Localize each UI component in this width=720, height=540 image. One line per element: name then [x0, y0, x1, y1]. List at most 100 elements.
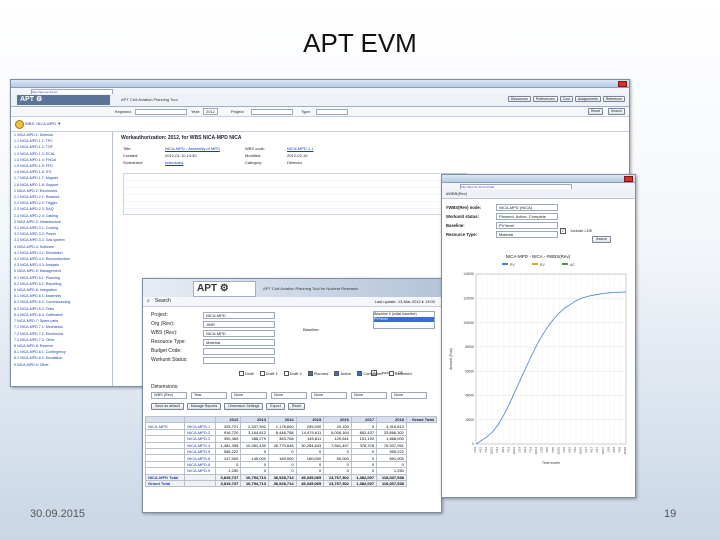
- dimensions-row: WBS (Rev) Year None None None None None: [151, 392, 427, 399]
- dimension-select[interactable]: None: [391, 392, 427, 399]
- year-select[interactable]: 2012: [203, 108, 218, 115]
- menu-resources[interactable]: Resources: [507, 96, 531, 102]
- keyword-input[interactable]: [135, 109, 187, 115]
- include-lde: ✓ Include LDE: [560, 219, 592, 237]
- form-field[interactable]: PV*level: [496, 222, 558, 229]
- menu-cost[interactable]: Cost: [559, 96, 573, 102]
- tree-item[interactable]: 9 NICA-MPD.9: Other: [11, 362, 112, 368]
- table-cell: Grand Total: [144, 479, 186, 488]
- search-icon[interactable]: ⌕: [147, 299, 150, 304]
- status-checkbox[interactable]: [334, 371, 340, 376]
- x-tick-label: 4/13: [501, 447, 505, 453]
- status-checkbox[interactable]: [388, 371, 394, 376]
- status-checkbox[interactable]: [259, 371, 265, 376]
- y-tick-label: 0: [472, 442, 474, 446]
- report-button[interactable]: Dimension Settings: [224, 403, 264, 410]
- status-option[interactable]: Completed: [357, 371, 383, 376]
- status-option[interactable]: Draft 1: [259, 371, 278, 376]
- subtask-list: [123, 173, 467, 215]
- dimensions-label: Dimensions:: [151, 384, 179, 390]
- menu-preferences[interactable]: Preferences: [532, 96, 558, 102]
- form-row: Workunit Status:: [151, 356, 301, 365]
- form-field[interactable]: [203, 348, 275, 355]
- form-row: Budget Code:: [151, 347, 301, 356]
- search-button[interactable]: Search: [592, 236, 612, 243]
- x-tick-label: 4/12: [479, 447, 483, 453]
- type-label: Type:: [301, 109, 311, 114]
- form-field[interactable]: Material: [496, 231, 558, 238]
- field-value[interactable]: NICA-MPD.1.1: [287, 146, 367, 151]
- form-label: Resource Type:: [151, 339, 186, 345]
- report-button[interactable]: Reset: [287, 403, 306, 410]
- table-row: NICA-MPD.5 555,222 0 0 0 0 0 555,222: [144, 447, 437, 456]
- dimension-select[interactable]: None: [231, 392, 267, 399]
- form-field[interactable]: NICA-MPD (NICA): [496, 204, 558, 211]
- form-field[interactable]: NICA-MPD: [203, 312, 275, 319]
- apt-logo: APT ⚙: [17, 95, 110, 105]
- close-icon[interactable]: [624, 176, 633, 182]
- status-option[interactable]: Planned: [307, 371, 328, 376]
- x-tick-label: 1/12: [473, 447, 477, 453]
- status-label: Completed: [363, 371, 383, 376]
- dimension-select[interactable]: None: [271, 392, 307, 399]
- filter-bar: Keyword: Year: 2012 Project: Type: Reset…: [11, 107, 629, 117]
- field-value[interactable]: scheduled: [165, 160, 245, 165]
- status-option[interactable]: Canceled: [388, 371, 412, 376]
- form-field[interactable]: Material: [203, 339, 275, 346]
- form-row: Resource Type: Material: [151, 338, 301, 347]
- form-field[interactable]: [203, 357, 275, 364]
- dimension-select[interactable]: None: [351, 392, 387, 399]
- menu-assignments[interactable]: Assignments: [574, 96, 601, 102]
- dimension-select[interactable]: None: [311, 392, 347, 399]
- reset-button[interactable]: Reset: [587, 108, 603, 115]
- status-label: Draft 2: [289, 371, 302, 376]
- detail-panel: Workauthorization: 2012, for WBS NICA-MP…: [115, 132, 475, 244]
- status-checkbox[interactable]: [357, 371, 363, 376]
- footer-date: 30.09.2015: [30, 508, 86, 520]
- close-icon[interactable]: [618, 81, 627, 87]
- field-label: Title:: [123, 146, 132, 151]
- x-axis-label: Time month: [542, 461, 560, 465]
- search-button[interactable]: Search: [607, 108, 625, 115]
- status-checkbox[interactable]: [283, 371, 289, 376]
- status-option[interactable]: Draft 2: [283, 371, 302, 376]
- menu-reference[interactable]: Reference: [602, 96, 625, 102]
- baseline-label: Baseline:: [303, 327, 320, 332]
- report-button[interactable]: Save as default: [151, 403, 184, 410]
- table-cell: 1,382,007: [350, 479, 378, 488]
- wbs-selector[interactable]: WBS: NICA-MPD ▼: [25, 121, 61, 126]
- status-checkbox[interactable]: [239, 371, 244, 376]
- x-tick-label: 10/18: [623, 447, 627, 455]
- dimension-select[interactable]: WBS (Rev): [151, 392, 187, 399]
- table-cell: 3,819,737: [215, 479, 242, 488]
- toolbar: WBS: NICA-MPD ▼: [11, 117, 629, 132]
- dimension-select[interactable]: Year: [191, 392, 227, 399]
- status-option[interactable]: Draft: [239, 371, 254, 376]
- form-field[interactable]: JINR: [203, 321, 275, 328]
- x-tick-label: 7/15: [551, 447, 555, 453]
- folder-icon[interactable]: [15, 120, 24, 129]
- baseline-list[interactable]: Baseline 0 (initial baseline) PV*level: [373, 311, 435, 329]
- project-input[interactable]: [251, 109, 293, 115]
- field-value[interactable]: NICA-MPD - Assembly of MPD: [165, 146, 245, 151]
- wbs-tree: 1 NICA-MPD.1: Detector 1.1 NICA-MPD.1.1: …: [11, 132, 113, 386]
- x-tick-label: 7/16: [573, 447, 577, 453]
- status-label: Draft: [245, 371, 254, 376]
- include-lde-checkbox[interactable]: ✓: [560, 228, 566, 234]
- type-input[interactable]: [316, 109, 348, 115]
- detail-fields: Title: NICA-MPD - Assembly of MPD WBS co…: [115, 144, 475, 167]
- total-row: Grand Total 3,819,737 16,794,713 36,928,714…: [144, 479, 437, 488]
- report-button[interactable]: Manage Reports: [186, 403, 222, 410]
- report-button[interactable]: Export: [266, 403, 285, 410]
- x-tick-label: 1/18: [606, 447, 610, 453]
- chart-form: #WBS(Rev) node: NICA-MPD (NICA) Workunit s…: [446, 203, 630, 239]
- form-field[interactable]: Planned, Active, Complete: [496, 213, 558, 220]
- form-field[interactable]: NICA-MPD: [203, 330, 275, 337]
- form-label: Workunit Status:: [151, 357, 188, 363]
- status-option[interactable]: Active: [334, 371, 351, 376]
- tab-title[interactable]: #WBS(Rev): [446, 191, 467, 196]
- status-checkbox[interactable]: [307, 371, 313, 376]
- column-header[interactable]: Grand Total: [405, 415, 438, 424]
- baseline-option-selected[interactable]: PV*level: [374, 317, 434, 322]
- field-label: WBS code:: [245, 146, 266, 151]
